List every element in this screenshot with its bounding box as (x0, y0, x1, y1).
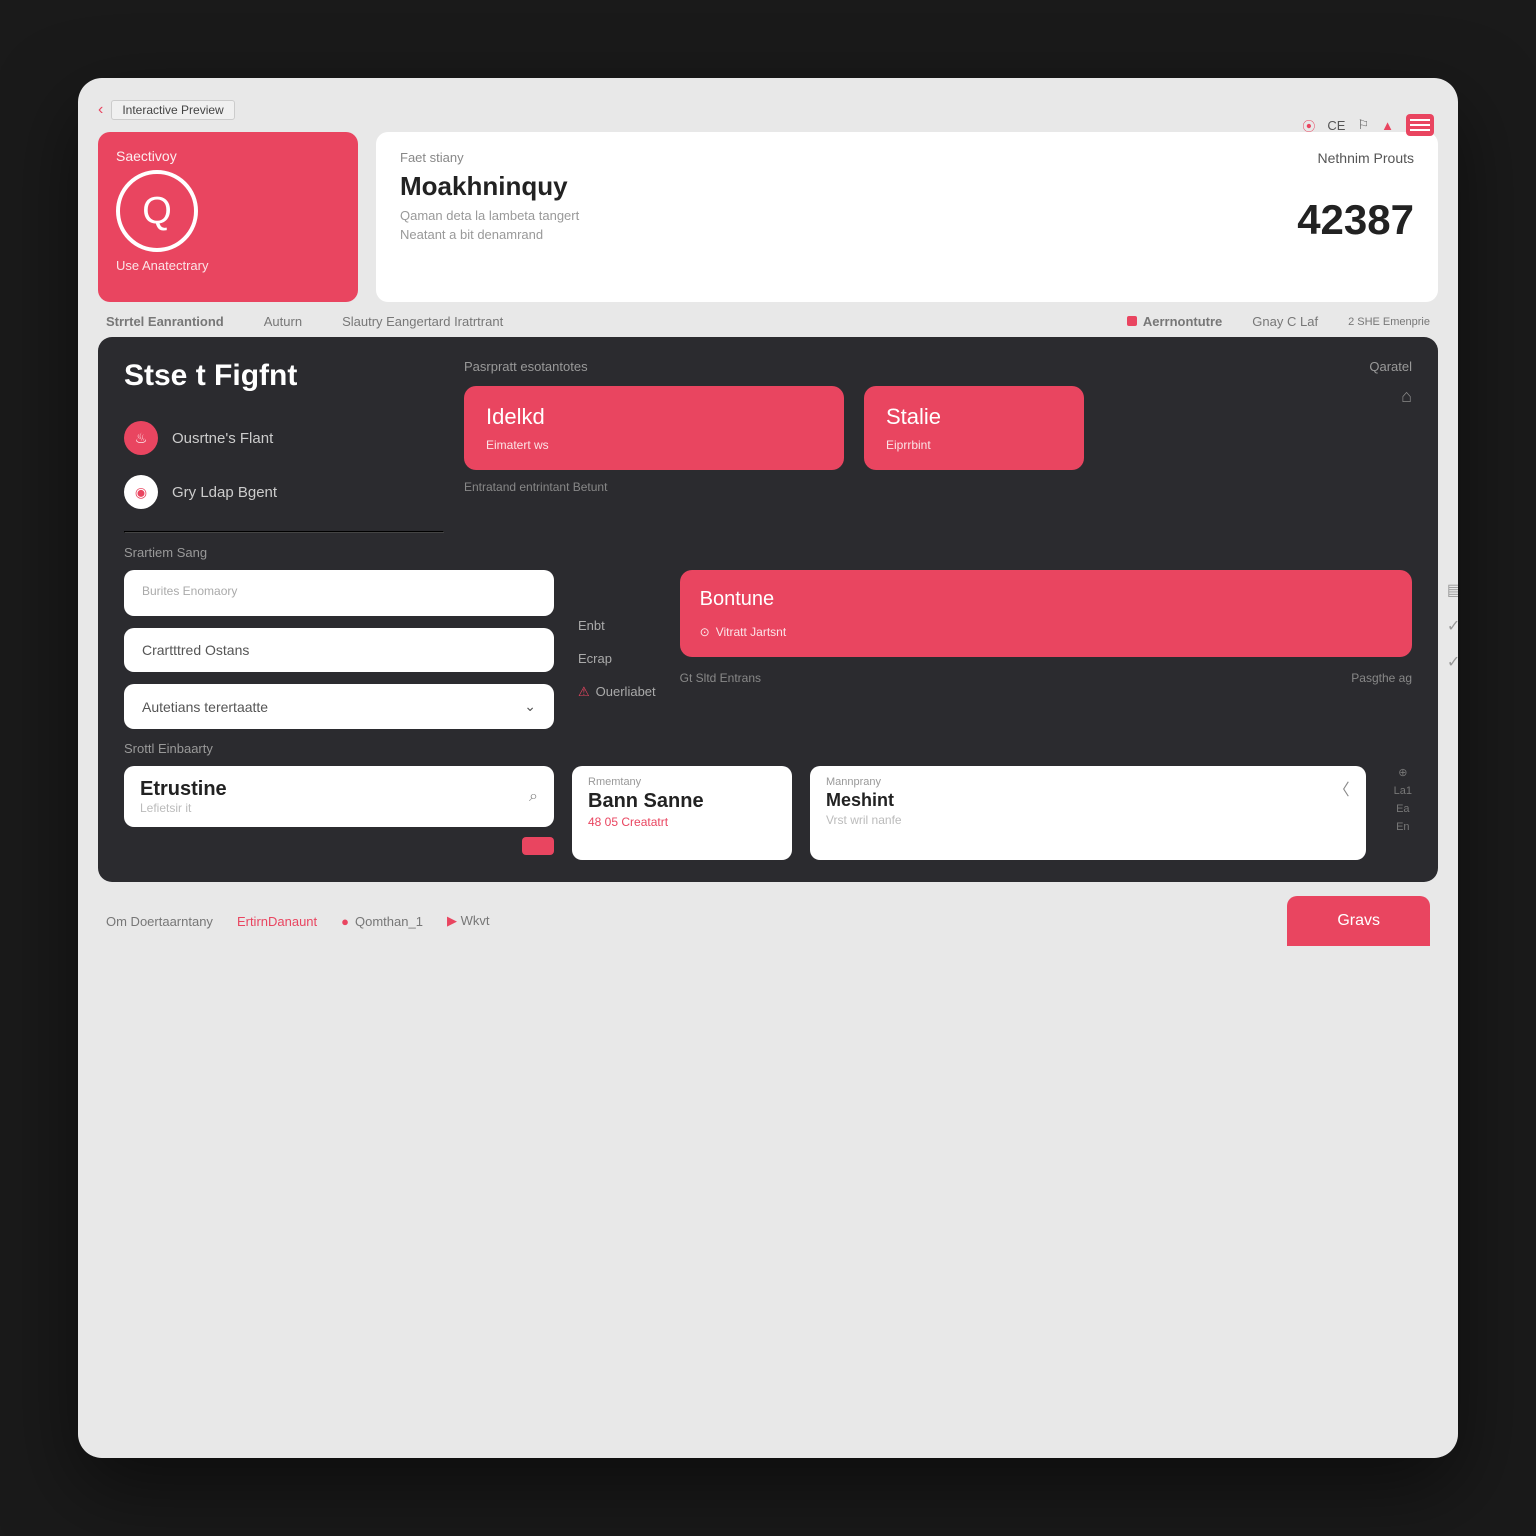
hero-row: Saectivoy Q Use Anatectrary Faet stiany … (98, 132, 1438, 302)
content-action[interactable]: Qaratel (1369, 359, 1412, 374)
sub-nav: Strrtel Eanrantiond Auturn Slautry Eange… (98, 302, 1438, 337)
zoom-icon[interactable]: ⊕ (1398, 766, 1407, 779)
continue-card[interactable]: Bontune Vitratt Jartsnt ▤ ✓ ✓ (680, 570, 1412, 657)
sidebar-item[interactable]: ◉ Gry Ldap Bgent (124, 465, 444, 519)
titlebar: ‹ Interactive Preview (98, 94, 1438, 126)
select-field[interactable]: Autetians terertaatte ⌄ (124, 684, 554, 729)
lower-right: Pasgthe ag (1351, 671, 1412, 685)
footer-status: Qomthan_1 (341, 914, 423, 929)
right-meta: ⊕ La1 Ea En (1394, 766, 1412, 860)
location-icon[interactable]: ⦿ (1302, 116, 1315, 135)
badge-icon[interactable] (522, 837, 554, 855)
doc-icon[interactable]: ▤ (1447, 580, 1458, 600)
alert-icon[interactable]: ▲ (1381, 118, 1394, 133)
flame-icon: ♨ (124, 421, 158, 455)
info-number: 42387 (1297, 196, 1414, 244)
subnav-status: Aerrnontutre (1127, 314, 1222, 329)
panel-sidebar: Stse t Figfnt ♨ Ousrtne's Flant ◉ Gry Ld… (124, 359, 444, 560)
brand-sub: Use Anatectrary (116, 258, 340, 273)
panel-content: Pasrpratt esotantotes Qaratel Idelkd Eim… (444, 359, 1412, 560)
side-icons: ⌂ (1401, 386, 1412, 470)
search-placeholder: Lefietsir it (140, 801, 227, 815)
subnav-item[interactable]: Auturn (264, 314, 302, 329)
field-label: Srottl Einbaarty (124, 741, 554, 756)
panel-title: Stse t Figfnt (124, 359, 444, 393)
home-icon[interactable]: ⌂ (1401, 386, 1412, 407)
footer: Om Doertaarntany ErtirnDanaunt Qomthan_1… (98, 882, 1438, 946)
info-desc2: Neatant a bit denamrand (400, 227, 579, 242)
check-icon[interactable]: ✓ (1447, 616, 1458, 636)
footer-cta-button[interactable]: Gravs (1287, 896, 1430, 946)
option-card[interactable]: Idelkd Eimatert ws (464, 386, 844, 470)
brand-label: Saectivoy (116, 148, 340, 164)
info-right-kicker: Nethnim Prouts (1297, 150, 1414, 166)
summary-card[interactable]: Rmemtany Bann Sanne 48 05 Creatatrt (572, 766, 792, 860)
brand-card[interactable]: Saectivoy Q Use Anatectrary (98, 132, 358, 302)
flag-icon[interactable]: ⚐ (1357, 117, 1369, 133)
subnav-item[interactable]: Strrtel Eanrantiond (106, 314, 224, 329)
subnav-item[interactable]: Slautry Eangertard Iratrtrant (342, 314, 503, 329)
info-title: Moakhninquy (400, 171, 579, 202)
option-card[interactable]: Stalie Eiprrbint (864, 386, 1084, 470)
info-card: Faet stiany Moakhninquy Qaman deta la la… (376, 132, 1438, 302)
target-icon: ◉ (124, 475, 158, 509)
select-field[interactable]: Crartttred Ostans (124, 628, 554, 672)
content-label: Pasrpratt esotantotes (464, 359, 588, 374)
app-window: ‹ Interactive Preview ⦿ CE ⚐ ▲ Saectivoy… (78, 78, 1458, 1458)
top-label: CE (1327, 118, 1345, 133)
mid-column: Enbt Ecrap Ouerliabet (578, 570, 656, 766)
chevron-down-icon: ⌄ (524, 698, 536, 715)
sidebar-item[interactable]: ♨ Ousrtne's Flant (124, 411, 444, 465)
browser-tab[interactable]: Interactive Preview (111, 100, 234, 120)
menu-icon[interactable] (1406, 114, 1434, 136)
info-kicker: Faet stiany (400, 150, 579, 165)
section-label: Srartiem Sang (124, 545, 444, 560)
search-icon[interactable]: ⌕ (529, 788, 538, 806)
footer-link[interactable]: Om Doertaarntany (106, 914, 213, 929)
mid-label: Entratand entrintant Betunt (464, 480, 1412, 494)
search-title: Etrustine (140, 778, 227, 801)
main-panel: Stse t Figfnt ♨ Ousrtne's Flant ◉ Gry Ld… (98, 337, 1438, 882)
meta-text: Enbt (578, 618, 656, 633)
lower-label: Gt Sltd Entrans (680, 671, 761, 685)
warning-text: Ouerliabet (578, 684, 656, 700)
check-icon[interactable]: ✓ (1447, 652, 1458, 672)
search-box[interactable]: Etrustine Lefietsir it ⌕ (124, 766, 554, 827)
arrow-icon[interactable]: 〈 (1334, 776, 1350, 850)
footer-link[interactable]: ErtirnDanaunt (237, 914, 317, 929)
subnav-meta: Gnay C Laf (1252, 314, 1318, 329)
footer-link[interactable]: ▶ Wkvt (447, 913, 490, 929)
info-desc1: Qaman deta la lambeta tangert (400, 208, 579, 223)
top-strip: ⦿ CE ⚐ ▲ (1302, 114, 1434, 136)
brand-logo-icon: Q (116, 170, 198, 252)
back-icon[interactable]: ‹ (98, 101, 103, 119)
option-row[interactable]: Burites Enomaory (124, 570, 554, 616)
meta-text: Ecrap (578, 651, 656, 666)
subnav-meta: 2 SHE Emenprie (1348, 316, 1430, 328)
input-card[interactable]: Mannprany Meshint Vrst wril nanfe 〈 (810, 766, 1366, 860)
